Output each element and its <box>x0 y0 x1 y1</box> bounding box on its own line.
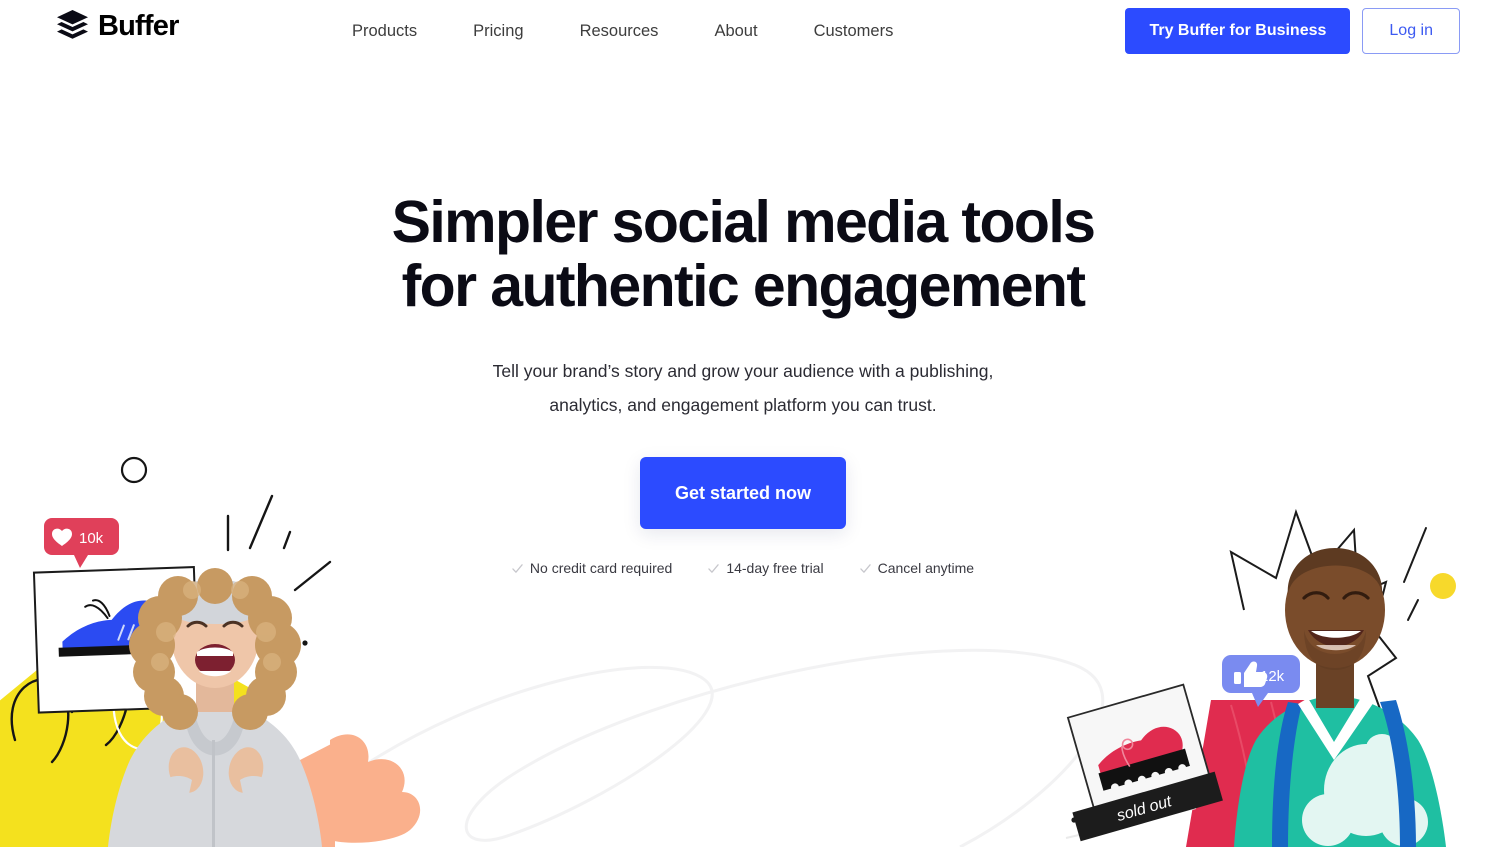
trust-label: Cancel anytime <box>877 560 975 576</box>
nav-item-products[interactable]: Products <box>352 0 445 62</box>
hero-illustrations: 10k sold out 12k <box>0 0 1486 847</box>
get-started-now-button[interactable]: Get started now <box>640 457 846 529</box>
check-icon <box>859 563 871 573</box>
trust-item-no-credit-card: No credit card required <box>512 560 672 576</box>
svg-text:10k: 10k <box>79 530 104 547</box>
header-actions: Try Buffer for Business Log in <box>1125 8 1460 54</box>
nav-item-pricing[interactable]: Pricing <box>445 0 551 62</box>
nav-item-about[interactable]: About <box>686 0 785 62</box>
buffer-stacked-layers-icon <box>57 10 88 39</box>
page-title: Simpler social media tools for authentic… <box>0 189 1486 319</box>
hero-subtitle: Tell your brand’s story and grow your au… <box>478 354 1008 422</box>
log-in-button[interactable]: Log in <box>1362 8 1460 54</box>
buffer-logo[interactable]: Buffer <box>56 9 179 43</box>
man-photo-figure <box>1234 548 1446 847</box>
trust-label: No credit card required <box>529 560 673 576</box>
subtitle-line-1: Tell your brand’s story and grow your au… <box>492 361 905 381</box>
dot-doodle <box>302 640 308 646</box>
logo-text: Buffer <box>98 9 179 42</box>
nav-item-resources[interactable]: Resources <box>552 0 687 62</box>
landing-page: 10k sold out 12k Buffer Products Pricing… <box>0 0 1486 847</box>
trust-item-cancel-anytime: Cancel anytime <box>859 560 975 576</box>
background-scribble-doodle <box>349 648 1105 847</box>
svg-text:12k: 12k <box>1260 668 1285 685</box>
yellow-dot-shape <box>1430 573 1456 599</box>
site-header: Buffer Products Pricing Resources About … <box>0 0 1486 62</box>
hero-cta-container: Get started now <box>0 457 1486 529</box>
primary-nav: Products Pricing Resources About Custome… <box>352 0 921 62</box>
trust-badges: No credit card required 14-day free tria… <box>0 560 1486 576</box>
trust-item-free-trial: 14-day free trial <box>708 560 824 576</box>
headline-line-1: Simpler social media tools <box>391 189 1096 255</box>
like-badge-right: 12k <box>1222 655 1300 707</box>
nav-item-customers[interactable]: Customers <box>786 0 922 62</box>
try-buffer-for-business-button[interactable]: Try Buffer for Business <box>1125 8 1351 54</box>
trust-label: 14-day free trial <box>726 560 824 576</box>
check-icon <box>708 563 720 573</box>
headline-line-2: for authentic engagement <box>401 252 1086 319</box>
right-illustration: sold out 12k <box>1065 508 1456 847</box>
check-icon <box>512 563 523 573</box>
